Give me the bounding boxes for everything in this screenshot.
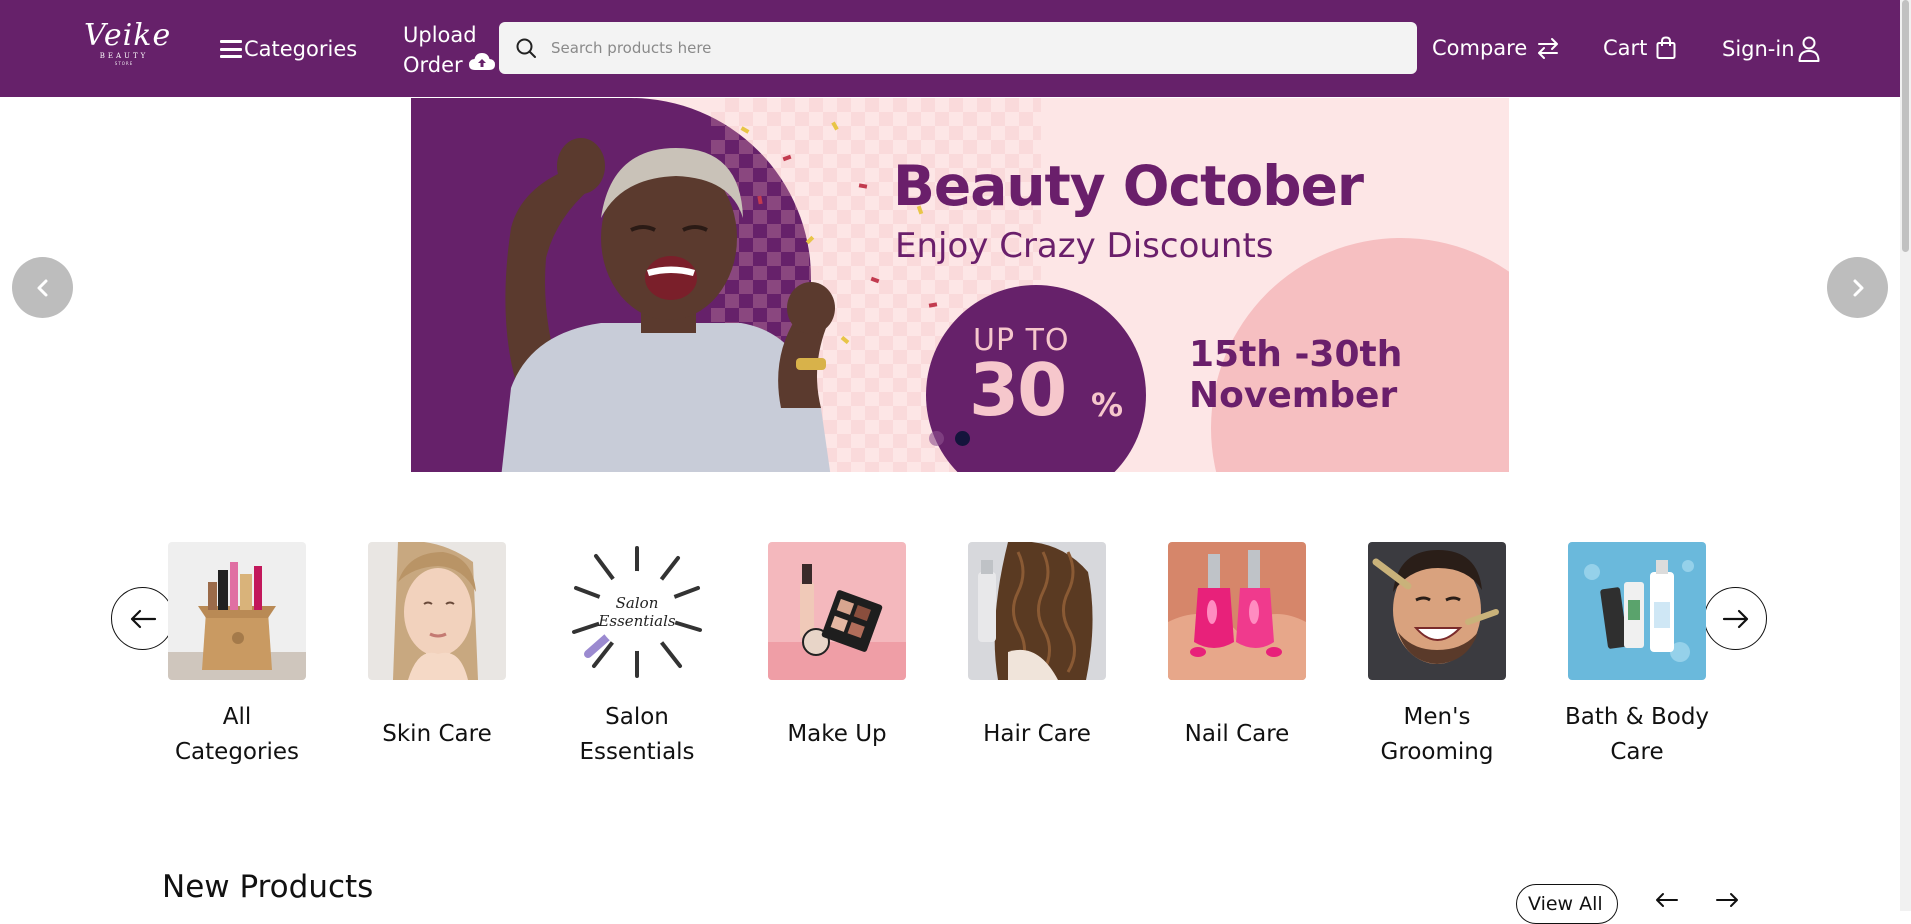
promo-dates-line1: 15th -30th (1189, 334, 1403, 375)
logo-wordmark: Veike (84, 18, 172, 53)
top-navigation-bar: Veike BEAUTY STORE Categories Upload Ord… (0, 0, 1900, 97)
new-products-next-arrow-icon[interactable] (1713, 890, 1741, 910)
category-label: All Categories (175, 704, 299, 765)
cart-label: Cart (1603, 36, 1648, 60)
banner-headline: Beauty October (893, 154, 1364, 218)
category-salon-essentials[interactable]: Salon Essentials Salon Essentials (552, 542, 722, 770)
category-label: Make Up (787, 721, 887, 747)
carousel-dot-1[interactable] (929, 431, 944, 446)
discount-percent-sign: % (1091, 386, 1124, 424)
page-scrollbar[interactable] (1900, 0, 1911, 911)
category-label: Skin Care (382, 721, 492, 747)
svg-text:Essentials: Essentials (597, 612, 675, 630)
logo-subtitle: BEAUTY (99, 52, 149, 60)
cloud-upload-icon (468, 50, 495, 80)
promo-dates: 15th -30th November (1189, 334, 1402, 416)
banner-next-button[interactable] (1827, 257, 1888, 318)
category-make-up[interactable]: Make Up (752, 542, 922, 752)
chevron-right-icon (1853, 279, 1863, 296)
sign-in-button[interactable]: Sign-in (1722, 36, 1820, 62)
compare-button[interactable]: Compare (1432, 36, 1561, 60)
category-nail-care[interactable]: Nail Care (1152, 542, 1322, 752)
discount-percent-value: 30 (969, 348, 1067, 432)
view-all-button[interactable]: View All (1516, 884, 1618, 924)
svg-text:Salon: Salon (616, 594, 659, 612)
compare-arrows-icon (1538, 38, 1559, 59)
search-input[interactable] (551, 39, 1391, 57)
category-skin-care[interactable]: Skin Care (352, 542, 522, 752)
user-icon (1798, 36, 1820, 62)
category-mens-grooming[interactable]: Men's Grooming (1352, 542, 1522, 770)
upload-label-line2: Order (403, 53, 463, 77)
chevron-left-icon (37, 279, 47, 296)
makeup-palette-icon (768, 542, 906, 680)
cart-button[interactable]: Cart (1603, 36, 1677, 60)
hamburger-icon (220, 40, 242, 58)
celebrating-woman-illustration (501, 138, 835, 472)
category-bath-body-care[interactable]: Bath & Body Care (1552, 542, 1722, 770)
search-bar[interactable] (499, 22, 1417, 74)
promo-dates-line2: November (1189, 375, 1398, 416)
new-products-title: New Products (162, 869, 374, 905)
category-all-categories[interactable]: All Categories (152, 542, 322, 770)
compare-label: Compare (1432, 36, 1528, 60)
scrollbar-thumb[interactable] (1902, 0, 1909, 252)
logo-subtitle-2: STORE (114, 61, 134, 66)
search-icon (516, 38, 536, 58)
category-label: Nail Care (1184, 721, 1290, 747)
new-products-prev-arrow-icon[interactable] (1653, 890, 1681, 910)
gift-box-products-icon (168, 542, 306, 680)
arrow-right-icon (1722, 609, 1748, 628)
shopping-bag-icon (1656, 36, 1676, 59)
categories-label: Categories (244, 37, 358, 61)
category-label: Salon Essentials (579, 704, 695, 765)
category-hair-care[interactable]: Hair Care (952, 542, 1122, 752)
curly-hair-icon (968, 542, 1106, 680)
banner-subline: Enjoy Crazy Discounts (895, 226, 1274, 266)
carousel-dot-2-active[interactable] (955, 431, 970, 446)
nail-polish-icon (1168, 542, 1306, 680)
upload-label-line1: Upload (403, 23, 477, 47)
man-grooming-icon (1368, 542, 1506, 680)
bath-products-icon (1568, 542, 1706, 680)
category-label: Bath & Body Care (1564, 704, 1710, 765)
sign-in-label: Sign-in (1722, 37, 1795, 61)
woman-face-icon (368, 542, 506, 680)
salon-tools-icon: Salon Essentials (568, 542, 706, 680)
category-label: Men's Grooming (1380, 704, 1494, 765)
categories-menu-button[interactable]: Categories (220, 33, 357, 65)
banner-prev-button[interactable] (12, 257, 73, 318)
promo-banner[interactable]: Beauty October Enjoy Crazy Discounts UP … (411, 98, 1509, 472)
brand-logo[interactable]: Veike BEAUTY STORE (84, 18, 172, 70)
category-label: Hair Care (983, 721, 1091, 747)
upload-order-button[interactable]: Upload Order (403, 20, 495, 80)
